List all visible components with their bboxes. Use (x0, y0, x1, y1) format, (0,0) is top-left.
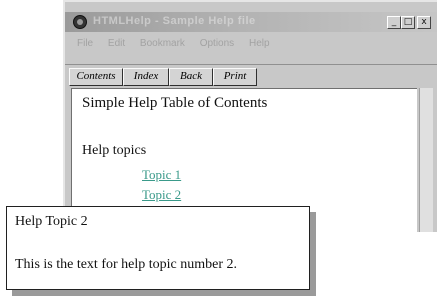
page-title: Simple Help Table of Contents (82, 95, 268, 111)
menu-item-options[interactable]: Options (200, 38, 234, 49)
contents-button[interactable]: Contents (69, 68, 123, 86)
topic-2-link[interactable]: Topic 2 (142, 187, 181, 203)
menu-item-bookmark[interactable]: Bookmark (140, 38, 185, 49)
print-button[interactable]: Print (213, 68, 257, 86)
window-title: HTMLHelp - Sample Help file (93, 15, 256, 27)
maximize-button[interactable]: □ (401, 16, 415, 29)
title-bar[interactable]: HTMLHelp - Sample Help file _ □ x (65, 12, 437, 32)
menu-item-help[interactable]: Help (249, 38, 270, 49)
menu-item-edit[interactable]: Edit (108, 38, 125, 49)
close-button[interactable]: x (417, 16, 431, 29)
popup-title: Help Topic 2 (15, 214, 88, 229)
help-window: HTMLHelp - Sample Help file _ □ x File E… (63, 0, 437, 232)
index-button[interactable]: Index (123, 68, 169, 86)
topic-1-link[interactable]: Topic 1 (142, 167, 181, 183)
minimize-button[interactable]: _ (387, 16, 401, 29)
menu-item-file[interactable]: File (77, 38, 93, 49)
app-icon[interactable] (73, 15, 87, 29)
toolbar: Contents Index Back Print (65, 64, 437, 88)
popup-text: This is the text for help topic number 2… (15, 257, 238, 272)
help-popup[interactable]: Help Topic 2 This is the text for help t… (6, 206, 310, 290)
back-button[interactable]: Back (169, 68, 213, 86)
section-heading: Help topics (82, 143, 147, 158)
menu-bar: File Edit Bookmark Options Help (65, 38, 437, 54)
vertical-scrollbar[interactable] (419, 88, 433, 232)
